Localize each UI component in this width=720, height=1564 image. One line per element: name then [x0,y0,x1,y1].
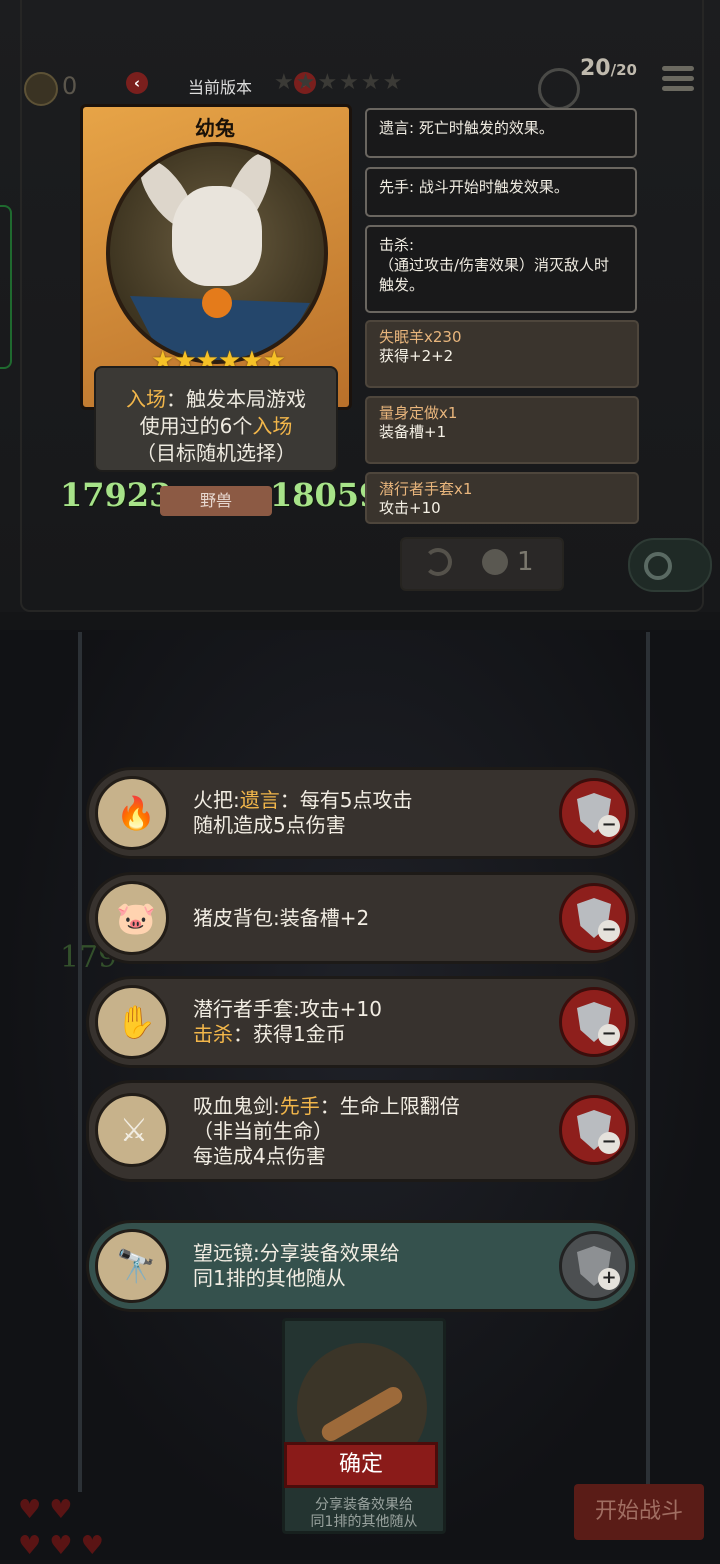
version-label: 当前版本 [188,78,253,97]
buff-item: 失眠羊x230 获得+2+2 [365,320,639,388]
refresh-icon [424,548,452,576]
version-prev-button[interactable]: ‹ [126,72,148,94]
refresh-button[interactable]: 1 [400,537,564,591]
remove-equipment-button[interactable]: − [559,778,629,848]
equipment-row-telescope[interactable]: 🔭 望远镜:分享装备效果给 同1排的其他随从 + [86,1220,638,1312]
card-name: 幼兔 [195,116,235,140]
equipment-row-vampire-sword[interactable]: ⚔ 吸血鬼剑:先手：生命上限翻倍 （非当前生命） 每造成4点伤害 − [86,1080,638,1182]
tooltip-first-strike: 先手: 战斗开始时触发效果。 [365,167,637,217]
remove-equipment-button[interactable]: − [559,883,629,953]
equipment-row-glove[interactable]: ✋ 潜行者手套:攻击+10 击杀：获得1金币 − [86,976,638,1068]
glove-icon: ✋ [95,985,169,1059]
pig-backpack-icon: 🐷 [95,881,169,955]
coin-icon [482,549,508,575]
buff-item: 潜行者手套x1 攻击+10 [365,472,639,524]
menu-icon[interactable] [662,66,694,94]
remove-equipment-button[interactable]: − [559,1095,629,1165]
gold-coin-icon [24,72,58,106]
torch-icon: 🔥 [95,776,169,850]
battle-count: 20/20 [580,56,637,81]
unit-card: 幼兔 ★★★★★★ 入场：触发本局游戏 使用过的6个入场 （目标随机选择） 17… [60,104,381,519]
tooltip-kill: 击杀: （通过攻击/伤害效果）消灭敌人时触发。 [365,225,637,313]
buff-item: 量身定做x1 装备槽+1 [365,396,639,464]
side-tab[interactable] [0,205,12,369]
telescope-icon: 🔭 [95,1229,169,1303]
remove-equipment-button[interactable]: − [559,987,629,1057]
card-description: 入场：触发本局游戏 使用过的6个入场 （目标随机选择） [94,366,338,472]
preview-card: 分享装备效果给 同1排的其他随从 [282,1318,446,1534]
refresh-cost: 1 [517,547,534,577]
start-battle-button[interactable]: 开始战斗 [574,1484,704,1540]
add-equipment-button[interactable]: + [559,1231,629,1301]
search-icon [644,552,672,580]
timer-icon[interactable] [538,68,580,110]
vampire-sword-icon: ⚔ [95,1093,169,1167]
version-stars: ★★★★★★ [274,70,405,95]
gold-count: 0 [62,72,78,100]
equipment-row-pig-backpack[interactable]: 🐷 猪皮背包:装备槽+2 − [86,872,638,964]
lives-hearts-icon: ♥♥ ♥♥♥ [18,1495,112,1561]
confirm-button[interactable]: 确定 [284,1442,438,1488]
rabbit-portrait-icon [106,142,328,364]
search-button[interactable] [628,538,712,592]
tooltip-deathrattle: 遗言: 死亡时触发的效果。 [365,108,637,158]
attack-value: 17923 [60,476,172,514]
equipment-row-torch[interactable]: 🔥 火把:遗言：每有5点攻击 随机造成5点伤害 − [86,767,638,859]
tribe-label: 野兽 [160,486,272,516]
